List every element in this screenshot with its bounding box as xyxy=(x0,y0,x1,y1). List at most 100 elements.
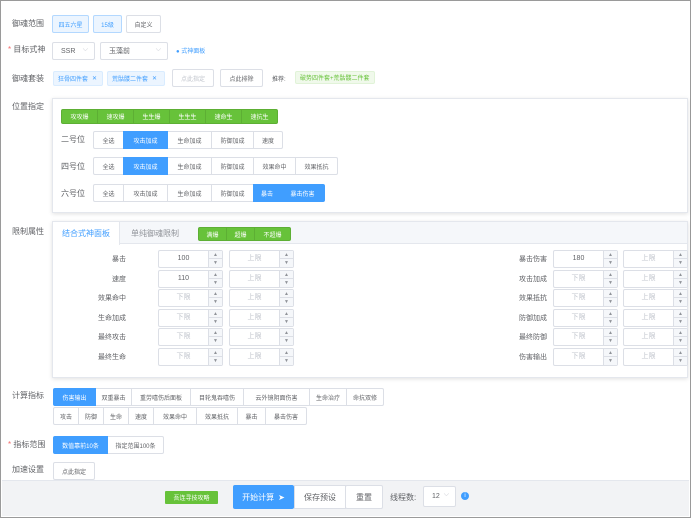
increment-icon[interactable]: ▲ xyxy=(604,251,617,259)
slot-4-option[interactable]: 防御加成 xyxy=(211,157,254,175)
limit-min-input[interactable]: 下限 ▲ ▼ xyxy=(158,328,223,346)
close-icon[interactable]: ✕ xyxy=(152,75,157,82)
info-icon[interactable]: i xyxy=(461,492,469,500)
calc-metric-option[interactable]: 生命治疗 xyxy=(309,388,347,406)
decrement-icon[interactable]: ▼ xyxy=(604,259,617,267)
decrement-icon[interactable]: ▼ xyxy=(280,337,293,345)
decrement-icon[interactable]: ▼ xyxy=(280,357,293,365)
increment-icon[interactable]: ▲ xyxy=(280,290,293,298)
increment-icon[interactable]: ▲ xyxy=(209,329,222,337)
limit-max-input[interactable]: 上限 ▲ ▼ xyxy=(623,308,688,327)
increment-icon[interactable]: ▲ xyxy=(604,329,617,337)
decrement-icon[interactable]: ▼ xyxy=(209,259,222,267)
decrement-icon[interactable]: ▼ xyxy=(674,259,687,267)
crit-filter-button[interactable]: 满爆 xyxy=(198,227,227,241)
decrement-icon[interactable]: ▼ xyxy=(604,357,617,365)
decrement-icon[interactable]: ▼ xyxy=(280,298,293,306)
increment-icon[interactable]: ▲ xyxy=(674,251,687,259)
limit-min-input[interactable]: 下限 ▲ ▼ xyxy=(158,308,223,327)
decrement-icon[interactable]: ▼ xyxy=(209,337,222,345)
decrement-icon[interactable]: ▼ xyxy=(280,259,293,267)
calc-stat-option[interactable]: 暴击 xyxy=(237,407,266,425)
slot-4-option[interactable]: 全选 xyxy=(93,157,124,175)
increment-icon[interactable]: ▲ xyxy=(209,271,222,279)
increment-icon[interactable]: ▲ xyxy=(674,310,687,318)
increment-icon[interactable]: ▲ xyxy=(280,251,293,259)
calc-metric-option[interactable]: 伤害输出 xyxy=(53,388,96,406)
target-shikigami-select[interactable]: 玉藻前 ⌵ xyxy=(100,42,168,60)
limit-min-input[interactable]: 下限 ▲ ▼ xyxy=(553,347,618,366)
limit-max-input[interactable]: 上限 ▲ ▼ xyxy=(229,250,294,268)
limit-min-input[interactable]: 下限 ▲ ▼ xyxy=(553,308,618,327)
slot-2-option[interactable]: 全选 xyxy=(93,131,124,149)
decrement-icon[interactable]: ▼ xyxy=(604,298,617,306)
increment-icon[interactable]: ▲ xyxy=(674,329,687,337)
increment-icon[interactable]: ▲ xyxy=(674,349,687,357)
slot-6-option[interactable]: 全选 xyxy=(93,184,124,202)
decrement-icon[interactable]: ▼ xyxy=(604,337,617,345)
limit-min-input[interactable]: 下限 ▲ ▼ xyxy=(158,289,223,307)
calc-metric-option[interactable]: 目轮鬼吞嘻伤 xyxy=(190,388,244,406)
decrement-icon[interactable]: ▼ xyxy=(604,318,617,326)
crit-filter-button[interactable]: 超爆 xyxy=(226,227,255,241)
limit-max-input[interactable]: 上限 ▲ ▼ xyxy=(623,250,688,268)
metric-range-option[interactable]: 数值靠前10条 xyxy=(53,436,108,454)
slot-4-option[interactable]: 效果命中 xyxy=(253,157,296,175)
limit-min-input[interactable]: 下限 ▲ ▼ xyxy=(553,289,618,307)
calc-stat-option[interactable]: 防御 xyxy=(78,407,104,425)
limit-max-input[interactable]: 上限 ▲ ▼ xyxy=(623,347,688,366)
limit-max-input[interactable]: 上限 ▲ ▼ xyxy=(229,269,294,288)
combo-button[interactable]: 速命生 xyxy=(205,109,242,124)
slot-6-option[interactable]: 暴击伤害 xyxy=(280,184,325,202)
calc-stat-option[interactable]: 效果抵抗 xyxy=(196,407,238,425)
tab-panel-combined[interactable]: 结合式神面板 xyxy=(53,222,120,245)
combo-button[interactable]: 生生爆 xyxy=(133,109,170,124)
limit-max-input[interactable]: 上限 ▲ ▼ xyxy=(623,289,688,307)
save-preset-button[interactable]: 保存预设 xyxy=(294,485,346,509)
rarity-option-custom[interactable]: 自定义 xyxy=(126,15,161,33)
limit-min-input[interactable]: 180 ▲ ▼ xyxy=(553,250,618,268)
decrement-icon[interactable]: ▼ xyxy=(674,337,687,345)
increment-icon[interactable]: ▲ xyxy=(209,349,222,357)
limit-max-input[interactable]: 上限 ▲ ▼ xyxy=(229,347,294,366)
limit-min-input[interactable]: 下限 ▲ ▼ xyxy=(553,269,618,288)
limit-max-input[interactable]: 上限 ▲ ▼ xyxy=(229,328,294,346)
increment-icon[interactable]: ▲ xyxy=(280,271,293,279)
recommend-tag[interactable]: 破势四件套+荒骷髅二件套 xyxy=(295,71,375,84)
combo-button[interactable]: 生生生 xyxy=(169,109,206,124)
decrement-icon[interactable]: ▼ xyxy=(209,357,222,365)
increment-icon[interactable]: ▲ xyxy=(604,271,617,279)
decrement-icon[interactable]: ▼ xyxy=(209,298,222,306)
increment-icon[interactable]: ▲ xyxy=(674,271,687,279)
rarity-option-456star[interactable]: 四五六星 xyxy=(52,15,89,33)
limit-min-input[interactable]: 110 ▲ ▼ xyxy=(158,269,223,288)
calc-stat-option[interactable]: 速度 xyxy=(128,407,154,425)
speedup-button[interactable]: 点此指定 xyxy=(53,462,95,480)
increment-icon[interactable]: ▲ xyxy=(674,290,687,298)
increment-icon[interactable]: ▲ xyxy=(280,349,293,357)
threads-select[interactable]: 12 ⌵ xyxy=(423,486,456,507)
calc-stat-option[interactable]: 攻击 xyxy=(53,407,79,425)
rarity-option-level15[interactable]: 15级 xyxy=(93,15,122,33)
increment-icon[interactable]: ▲ xyxy=(604,290,617,298)
metric-range-option[interactable]: 指定范围100条 xyxy=(107,436,164,454)
decrement-icon[interactable]: ▼ xyxy=(280,279,293,287)
slot-2-option[interactable]: 生命加成 xyxy=(167,131,212,149)
increment-icon[interactable]: ▲ xyxy=(280,329,293,337)
calc-metric-option[interactable]: 双重暴击 xyxy=(95,388,132,406)
increment-icon[interactable]: ▲ xyxy=(209,251,222,259)
slot-2-option[interactable]: 防御加成 xyxy=(211,131,254,149)
slot-6-option[interactable]: 生命加成 xyxy=(167,184,212,202)
limit-min-input[interactable]: 下限 ▲ ▼ xyxy=(158,347,223,366)
increment-icon[interactable]: ▲ xyxy=(209,310,222,318)
increment-icon[interactable]: ▲ xyxy=(209,290,222,298)
calc-metric-option[interactable]: 云外镜阴面伤害 xyxy=(243,388,310,406)
decrement-icon[interactable]: ▼ xyxy=(209,318,222,326)
combo-button[interactable]: 速抗生 xyxy=(241,109,278,124)
decrement-icon[interactable]: ▼ xyxy=(674,318,687,326)
calc-stat-option[interactable]: 生命 xyxy=(103,407,129,425)
slot-4-option[interactable]: 生命加成 xyxy=(167,157,212,175)
slot-2-option[interactable]: 速度 xyxy=(253,131,283,149)
decrement-icon[interactable]: ▼ xyxy=(674,357,687,365)
limit-max-input[interactable]: 上限 ▲ ▼ xyxy=(229,308,294,327)
